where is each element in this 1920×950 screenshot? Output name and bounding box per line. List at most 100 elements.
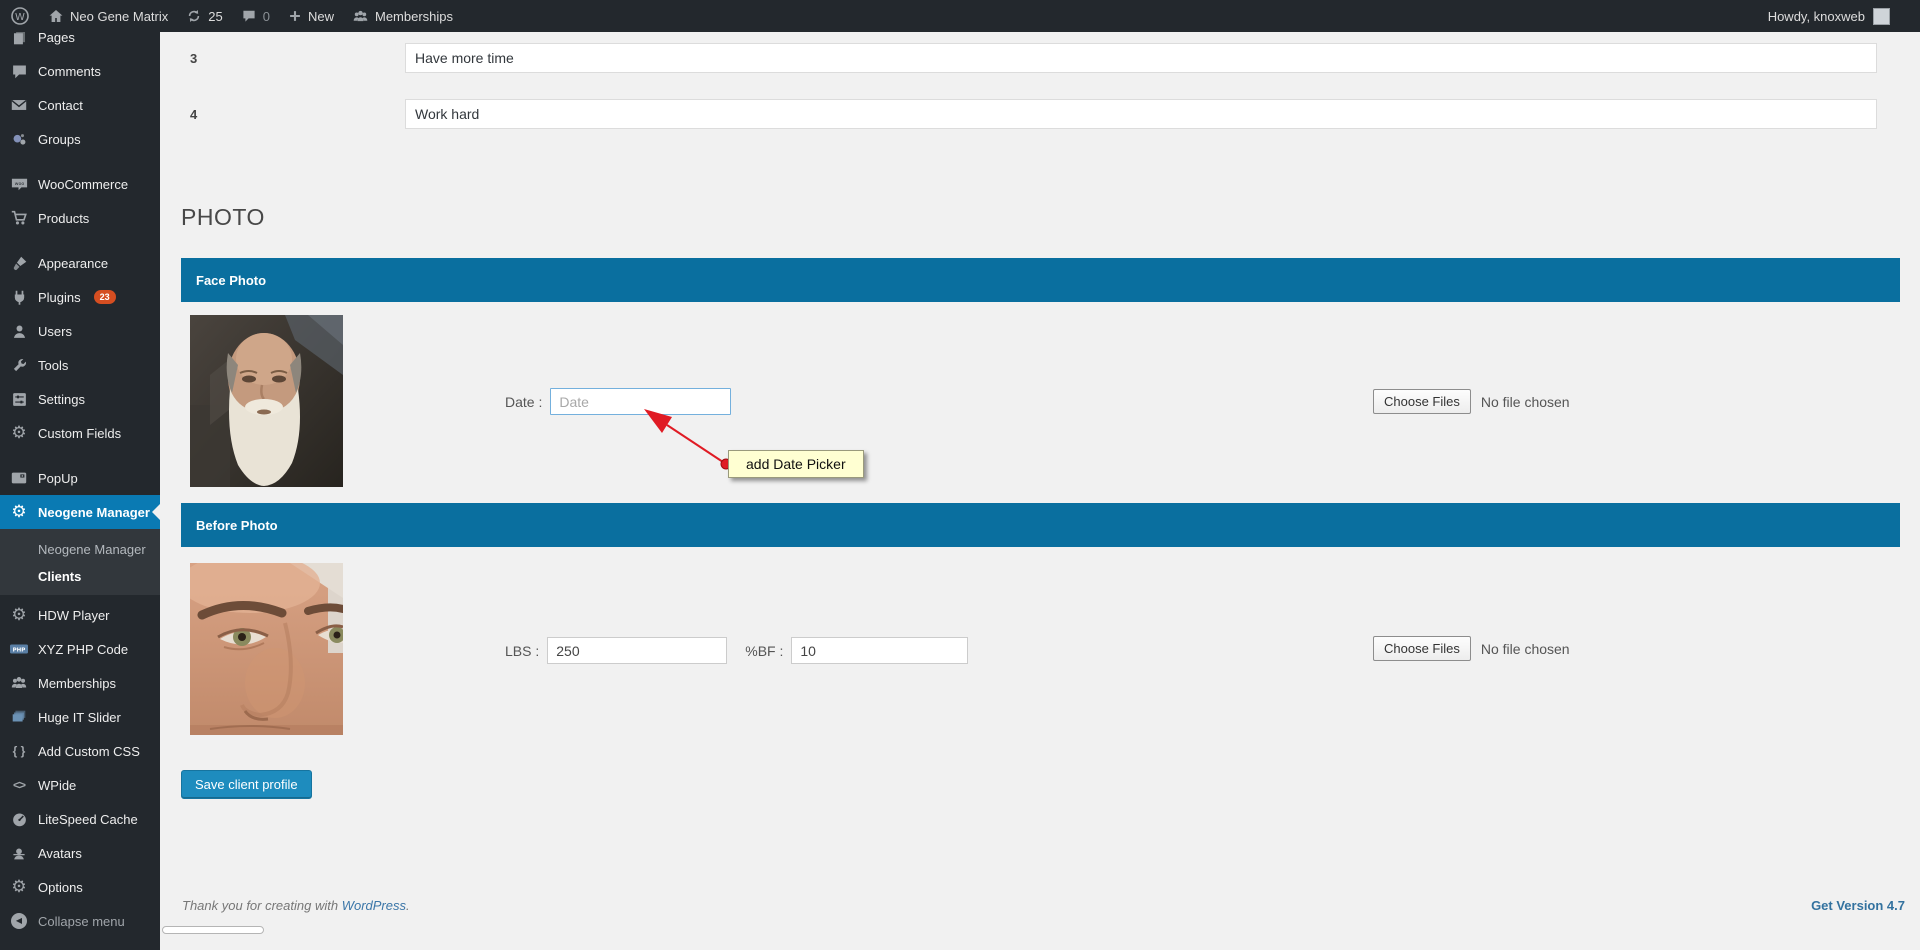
plugins-update-badge: 23 [93, 290, 116, 304]
paintbrush-icon [9, 253, 29, 273]
svg-text:W: W [15, 12, 25, 23]
settings-sliders-icon [9, 389, 29, 409]
svg-text:PHP: PHP [13, 647, 26, 653]
sidebar-item-huge-it-slider[interactable]: Huge IT Slider [0, 700, 160, 734]
sidebar-item-add-custom-css[interactable]: { } Add Custom CSS [0, 734, 160, 768]
choose-files-button[interactable]: Choose Files [1373, 389, 1471, 414]
save-client-profile-button[interactable]: Save client profile [181, 770, 312, 799]
cart-icon [9, 208, 29, 228]
sidebar-item-contact[interactable]: Contact [0, 88, 160, 122]
sidebar-item-custom-fields[interactable]: ⚙ Custom Fields [0, 416, 160, 450]
submenu-item-clients[interactable]: Clients [0, 563, 160, 590]
sidebar-item-users[interactable]: Users [0, 314, 160, 348]
plus-icon [290, 11, 300, 21]
gear-icon: ⚙ [11, 877, 27, 896]
update-count: 25 [208, 8, 223, 24]
neogene-submenu: Neogene Manager Clients [0, 529, 160, 595]
sidebar-item-litespeed-cache[interactable]: LiteSpeed Cache [0, 802, 160, 836]
plugin-icon [9, 287, 29, 307]
date-field-row: Date : [505, 388, 732, 415]
updates-menu[interactable]: 25 [186, 8, 223, 24]
new-menu[interactable]: New [288, 9, 334, 24]
footer-thanks: Thank you for creating with WordPress. [182, 898, 410, 913]
get-version-link[interactable]: Get Version 4.7 [1811, 898, 1905, 913]
sidebar-item-avatars[interactable]: Avatars [0, 836, 160, 870]
collapse-menu-button[interactable]: ◀ Collapse menu [0, 904, 160, 938]
comment-count: 0 [262, 8, 270, 24]
measurements-row: LBS : %BF : [505, 637, 969, 664]
sidebar-item-appearance[interactable]: Appearance [0, 246, 160, 280]
sidebar-item-woocommerce[interactable]: woo WooCommerce [0, 167, 160, 201]
sidebar-item-hdw-player[interactable]: ⚙ HDW Player [0, 598, 160, 632]
sidebar-item-popup[interactable]: PopUp [0, 461, 160, 495]
goal-input-4[interactable] [405, 99, 1877, 129]
sidebar-item-plugins[interactable]: Plugins 23 [0, 280, 160, 314]
comment-bubble-icon [243, 10, 255, 22]
wordpress-link[interactable]: WordPress [342, 898, 406, 913]
memberships-people-icon [353, 10, 368, 21]
sidebar-item-options[interactable]: ⚙ Options [0, 870, 160, 904]
svg-text:woo: woo [14, 182, 24, 187]
face-photo-header: Face Photo [181, 258, 1900, 302]
slider-stack-icon [9, 707, 29, 727]
date-label: Date : [505, 393, 543, 410]
goal-input-3[interactable] [405, 43, 1877, 73]
no-file-chosen-text: No file chosen [1480, 393, 1570, 410]
goal-row-number: 3 [190, 51, 198, 66]
sidebar-item-memberships[interactable]: Memberships [0, 666, 160, 700]
sidebar-item-comments[interactable]: Comments [0, 54, 160, 88]
howdy-text: Howdy, knoxweb [1767, 8, 1865, 24]
before-file-control: Choose Files No file chosen [1373, 636, 1570, 661]
sidebar-item-neogene-manager[interactable]: ⚙ Neogene Manager [0, 495, 160, 529]
goal-row-number: 4 [190, 107, 198, 122]
memberships-label: Memberships [374, 8, 454, 24]
wordpress-logo-icon[interactable]: W [10, 6, 30, 26]
curly-braces-icon: { } [12, 744, 26, 758]
code-brackets-icon: <> [12, 778, 26, 792]
comments-menu[interactable]: 0 [241, 8, 270, 24]
lbs-label: LBS : [505, 642, 540, 659]
before-photo-header: Before Photo [181, 503, 1900, 547]
choose-files-button[interactable]: Choose Files [1373, 636, 1471, 661]
memberships-people-icon [9, 673, 29, 693]
face-file-control: Choose Files No file chosen [1373, 389, 1570, 414]
gear-icon: ⚙ [11, 423, 27, 442]
no-file-chosen-text: No file chosen [1480, 640, 1570, 657]
sidebar-item-wpide[interactable]: <> WPide [0, 768, 160, 802]
gear-icon: ⚙ [11, 605, 27, 624]
speedometer-icon [9, 809, 29, 829]
memberships-menu[interactable]: Memberships [352, 8, 453, 25]
comments-icon [9, 61, 29, 81]
bf-label: %BF : [745, 642, 784, 659]
before-photo-thumbnail [190, 563, 343, 735]
envelope-icon [9, 95, 29, 115]
php-badge-icon: PHP [9, 639, 29, 659]
wordpress-admin-page: W Neo Gene Matrix 25 0 New Memberships H… [0, 0, 1920, 950]
sidebar-item-xyz-php-code[interactable]: PHP XYZ PHP Code [0, 632, 160, 666]
horizontal-scrollbar-thumb[interactable] [162, 926, 264, 934]
home-icon [49, 10, 63, 22]
admin-bar: W Neo Gene Matrix 25 0 New Memberships H… [0, 0, 1920, 32]
woocommerce-icon: woo [9, 174, 29, 194]
sidebar-item-products[interactable]: Products [0, 201, 160, 235]
annotation-tooltip: add Date Picker [728, 450, 864, 478]
popup-window-icon [9, 468, 29, 488]
sidebar-item-settings[interactable]: Settings [0, 382, 160, 416]
lbs-input[interactable] [547, 637, 728, 664]
bf-input[interactable] [791, 637, 969, 664]
sidebar-item-groups[interactable]: Groups [0, 122, 160, 156]
account-menu[interactable]: Howdy, knoxweb [1767, 7, 1890, 25]
collapse-arrow-icon: ◀ [9, 911, 29, 931]
new-label: New [307, 8, 334, 24]
wrench-icon [9, 355, 29, 375]
main-content: 3 4 PHOTO Face Photo [160, 32, 1920, 950]
avatar-person-icon [9, 843, 29, 863]
submenu-item-neogene-manager[interactable]: Neogene Manager [0, 536, 160, 563]
gear-icon: ⚙ [11, 502, 27, 521]
photo-section-title: PHOTO [181, 204, 265, 230]
date-input[interactable] [550, 388, 732, 415]
sidebar-item-tools[interactable]: Tools [0, 348, 160, 382]
site-menu[interactable]: Neo Gene Matrix [48, 8, 168, 24]
groups-icon [9, 129, 29, 149]
face-photo-thumbnail [190, 315, 343, 487]
